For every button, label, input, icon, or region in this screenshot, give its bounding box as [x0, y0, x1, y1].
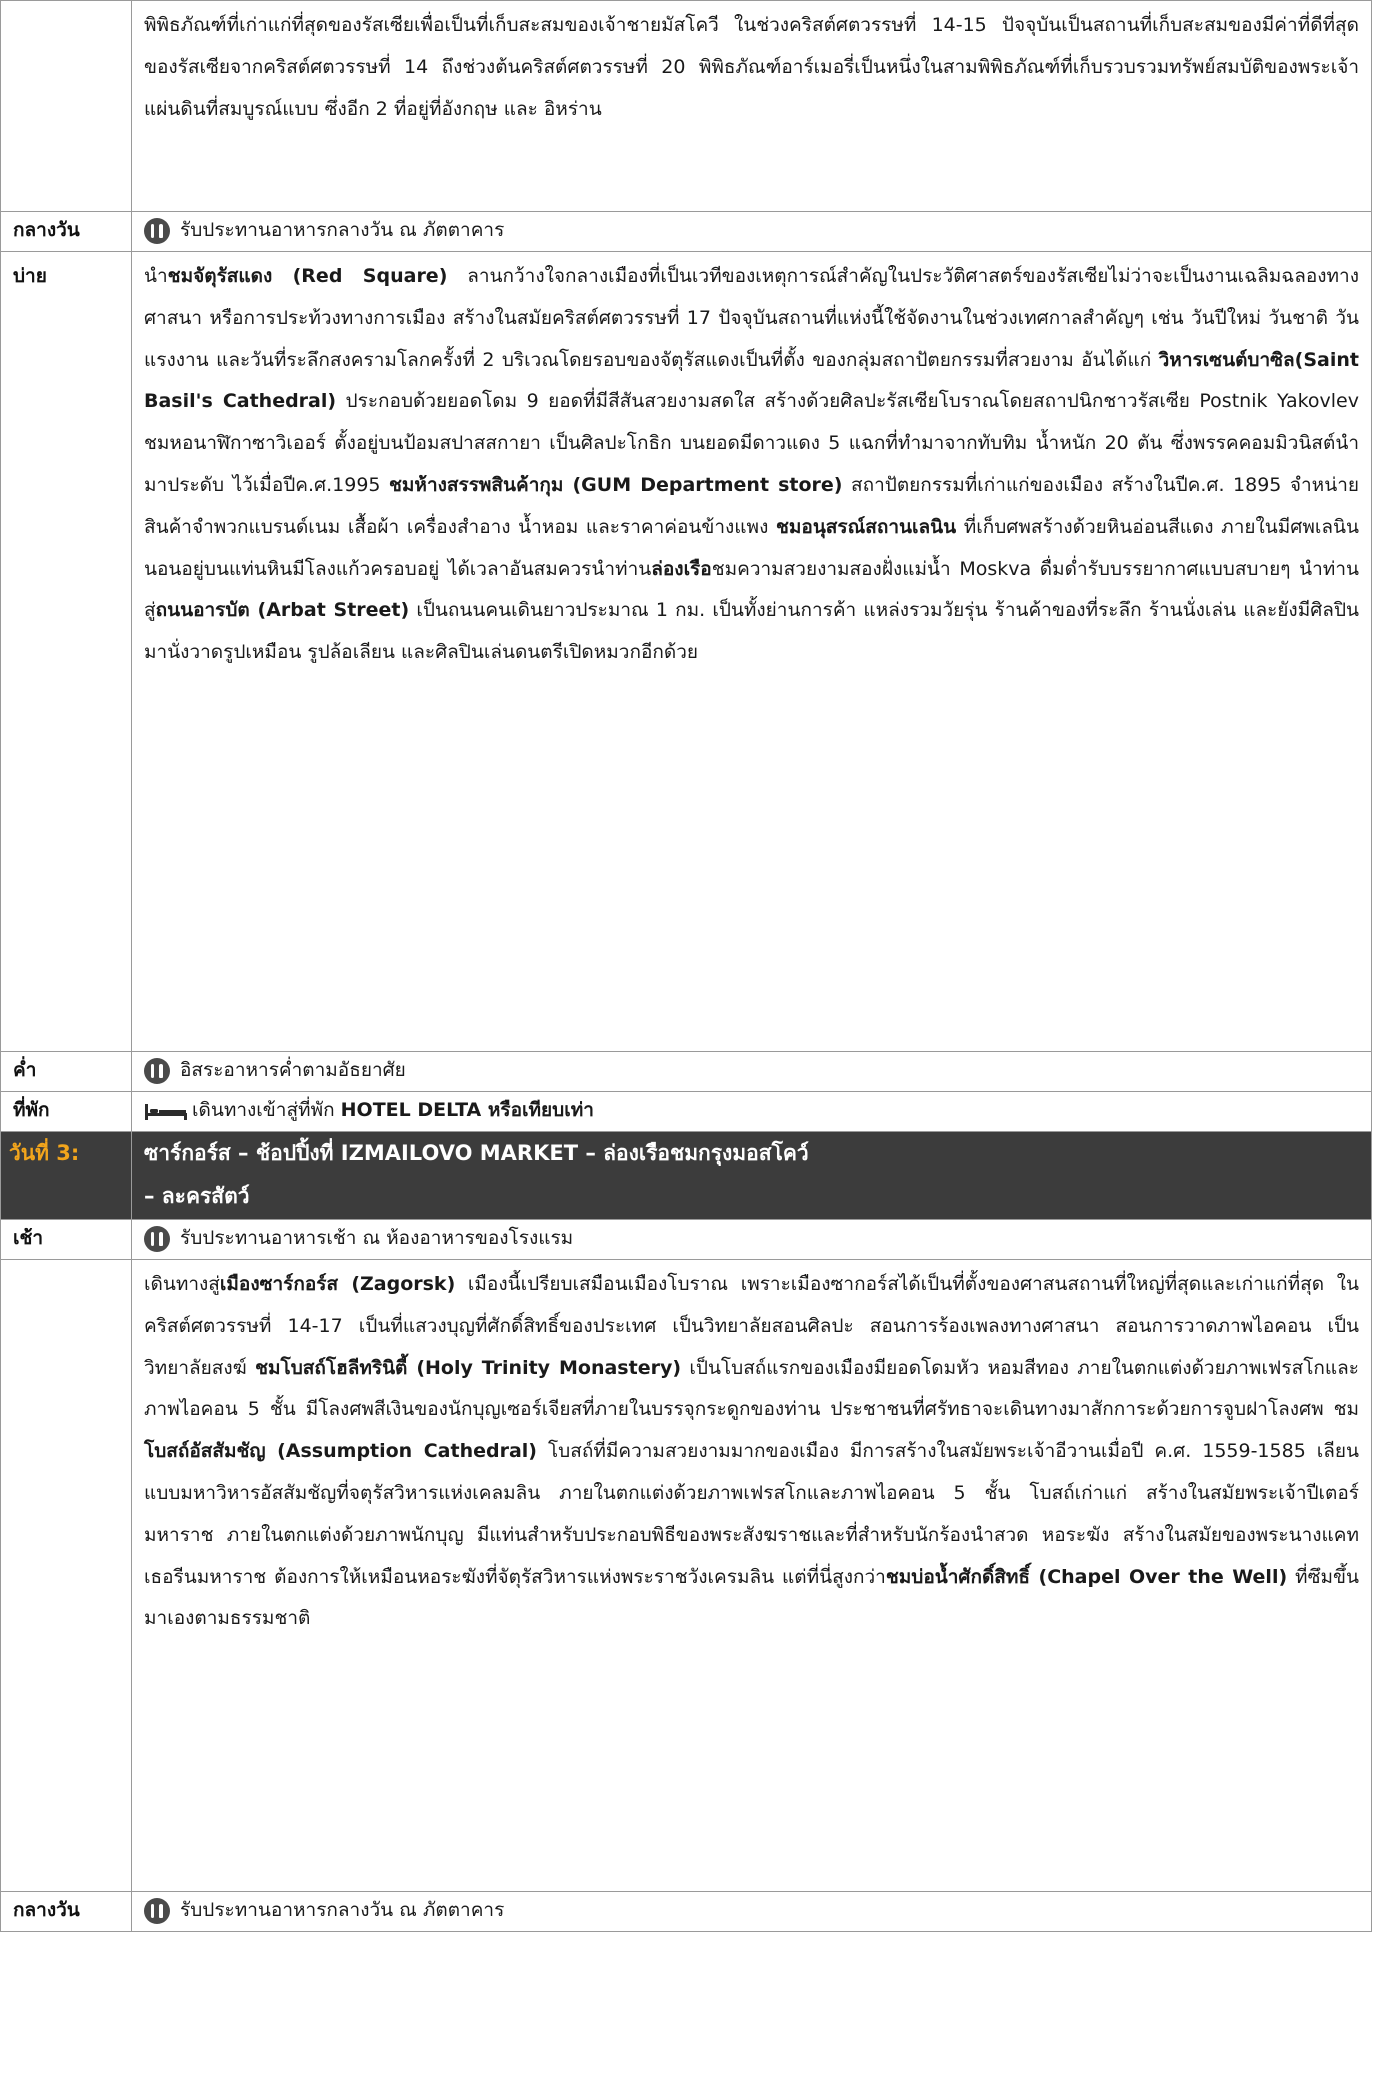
row-content: เดินทางสู่เมืองซาร์กอร์ส (Zagorsk) เมือง…	[131, 1259, 1372, 1892]
day-title-line: ซาร์กอร์ส – ช้อปปิ้งที่ IZMAILOVO MARKET…	[144, 1141, 809, 1165]
day-header: วันที่ 3: ซาร์กอร์ส – ช้อปปิ้งที่ IZMAIL…	[0, 1131, 1372, 1220]
row-label	[0, 1259, 132, 1892]
row-label: บ่าย	[0, 251, 132, 1052]
day-title: ซาร์กอร์ส – ช้อปปิ้งที่ IZMAILOVO MARKET…	[131, 1131, 1372, 1220]
bed-icon	[145, 1103, 187, 1120]
row-content: นำชมจัตุรัสแดง (Red Square) ลานกว้างใจกล…	[131, 251, 1372, 1052]
itinerary-row: พิพิธภัณฑ์ที่เก่าแก่ที่สุดของรัสเซียเพื่…	[0, 0, 1372, 212]
row-text: รับประทานอาหารกลางวัน ณ ภัตตาคาร	[180, 1899, 505, 1921]
highlight-holy-trinity: ชมโบสถ์โฮลีทรินิตี้ (Holy Trinity Monast…	[255, 1356, 682, 1379]
text-segment: นำ	[144, 265, 168, 287]
highlight-lenin: ชมอนุสรณ์สถานเลนิน	[775, 515, 957, 538]
meal-icon	[144, 1225, 170, 1252]
row-content: รับประทานอาหารกลางวัน ณ ภัตตาคาร	[131, 211, 1372, 252]
itinerary-row: บ่าย นำชมจัตุรัสแดง (Red Square) ลานกว้า…	[0, 251, 1372, 1052]
row-content: พิพิธภัณฑ์ที่เก่าแก่ที่สุดของรัสเซียเพื่…	[131, 0, 1372, 212]
row-label	[0, 0, 132, 212]
text-segment: เดินทางสู่	[144, 1273, 220, 1295]
row-content: เดินทางเข้าสู่ที่พัก HOTEL DELTA หรือเที…	[131, 1091, 1372, 1132]
itinerary-row: กลางวัน รับประทานอาหารกลางวัน ณ ภัตตาคาร	[0, 211, 1372, 252]
row-text: รับประทานอาหารเช้า ณ ห้องอาหารของโรงแรม	[180, 1227, 574, 1249]
highlight-gum: ชมห้างสรรพสินค้ากุม (GUM Department stor…	[389, 473, 843, 496]
row-label: ที่พัก	[0, 1091, 132, 1132]
meal-icon	[144, 217, 170, 244]
itinerary-row: ค่ำ อิสระอาหารค่ำตามอัธยาศัย	[0, 1051, 1372, 1092]
meal-icon	[144, 1897, 170, 1924]
itinerary-row: กลางวัน รับประทานอาหารกลางวัน ณ ภัตตาคาร	[0, 1891, 1372, 1932]
row-text: เดินทางเข้าสู่ที่พัก	[192, 1099, 341, 1121]
itinerary-row: ที่พัก เดินทางเข้าสู่ที่พัก HOTEL DELTA …	[0, 1091, 1372, 1132]
row-text: อิสระอาหารค่ำตามอัธยาศัย	[180, 1059, 406, 1081]
highlight-zagorsk: เมืองซาร์กอร์ส (Zagorsk)	[219, 1273, 456, 1295]
hotel-name: HOTEL DELTA หรือเทียบเท่า	[340, 1099, 594, 1121]
highlight-cruise: ล่องเรือ	[651, 557, 712, 580]
itinerary-table: พิพิธภัณฑ์ที่เก่าแก่ที่สุดของรัสเซียเพื่…	[0, 0, 1372, 1932]
highlight-assumption: โบสถ์อัสสัมชัญ (Assumption Cathedral)	[144, 1440, 537, 1463]
row-label: กลางวัน	[0, 211, 132, 252]
row-content: อิสระอาหารค่ำตามอัธยาศัย	[131, 1051, 1372, 1092]
row-label: กลางวัน	[0, 1891, 132, 1932]
highlight-chapel-well: ชมบ่อน้ำศักดิ์สิทธิ์ (Chapel Over the We…	[885, 1565, 1288, 1588]
day-title-line: – ละครสัตว์	[144, 1184, 250, 1208]
meal-icon	[144, 1057, 170, 1084]
itinerary-row: เดินทางสู่เมืองซาร์กอร์ส (Zagorsk) เมือง…	[0, 1259, 1372, 1892]
itinerary-row: เช้า รับประทานอาหารเช้า ณ ห้องอาหารของโร…	[0, 1219, 1372, 1260]
row-content: รับประทานอาหารเช้า ณ ห้องอาหารของโรงแรม	[131, 1219, 1372, 1260]
row-label: ค่ำ	[0, 1051, 132, 1092]
day-label: วันที่ 3:	[0, 1131, 132, 1220]
row-content: รับประทานอาหารกลางวัน ณ ภัตตาคาร	[131, 1891, 1372, 1932]
highlight-red-square: ชมจัตุรัสแดง (Red Square)	[167, 265, 448, 287]
row-label: เช้า	[0, 1219, 132, 1260]
row-text: รับประทานอาหารกลางวัน ณ ภัตตาคาร	[180, 219, 505, 241]
highlight-arbat: ถนนอารบัต (Arbat Street)	[155, 599, 410, 622]
